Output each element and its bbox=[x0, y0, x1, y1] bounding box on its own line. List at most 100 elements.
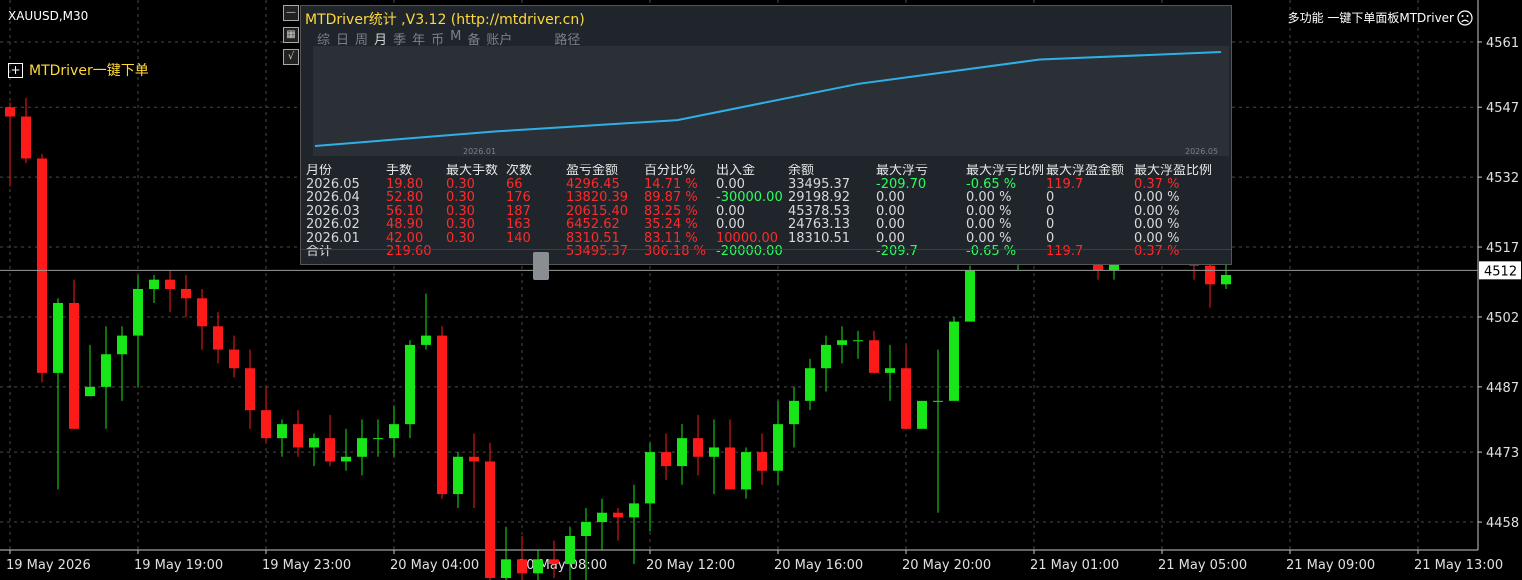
table-cell: 24763.13 bbox=[788, 218, 851, 232]
candle bbox=[885, 344, 895, 401]
candle-body bbox=[565, 536, 575, 564]
minimize-icon[interactable]: — bbox=[283, 5, 299, 21]
candle-body bbox=[405, 344, 415, 425]
candle bbox=[133, 275, 143, 387]
candle bbox=[853, 330, 863, 359]
candle-body bbox=[917, 400, 927, 429]
table-cell: 83.11 % bbox=[644, 231, 698, 245]
total-cell: 219.60 bbox=[386, 245, 432, 259]
indicator-label[interactable]: MTDriver一键下单 bbox=[29, 60, 149, 80]
candle bbox=[661, 433, 671, 481]
table-cell: 0.00 % bbox=[966, 204, 1012, 218]
mini-x-end: 2026.05 bbox=[1185, 147, 1218, 156]
col-header-7: 余额 bbox=[788, 164, 815, 178]
time-tick-label: 21 May 01:00 bbox=[1030, 558, 1119, 573]
indicator-row[interactable]: + MTDriver一键下单 bbox=[8, 60, 149, 80]
candle bbox=[213, 312, 223, 364]
table-cell: 0 bbox=[1046, 231, 1055, 245]
table-cell: 140 bbox=[506, 231, 531, 245]
candle-body bbox=[149, 279, 159, 289]
table-cell: 2026.04 bbox=[306, 191, 360, 205]
table-cell: 0.00 % bbox=[966, 191, 1012, 205]
candle bbox=[261, 386, 271, 443]
candle-body bbox=[357, 438, 367, 457]
table-row: 2026.03 56.10 0.30 187 20615.40 83.25 % 0.00 45… bbox=[306, 205, 1224, 219]
candle-body bbox=[21, 116, 31, 159]
candle-body bbox=[117, 335, 127, 355]
grid-icon[interactable]: ▦ bbox=[283, 27, 299, 43]
table-cell: 14.71 % bbox=[644, 177, 698, 191]
table-scrollbar[interactable] bbox=[533, 252, 549, 280]
candle-body bbox=[549, 559, 559, 564]
table-cell: 0.00 % bbox=[966, 231, 1012, 245]
table-cell: 45378.53 bbox=[788, 204, 851, 218]
candle-body bbox=[741, 452, 751, 490]
table-cell: 0.00 bbox=[716, 177, 745, 191]
candle bbox=[917, 400, 927, 429]
symbol-label: XAUUSD,M30 bbox=[8, 9, 89, 23]
chart-window[interactable]: 4561 4547 4532 4517 4502 4487 4473 4458 19 May 2… bbox=[0, 0, 1522, 580]
candle bbox=[501, 526, 511, 580]
frown-face-icon bbox=[1457, 10, 1473, 26]
candle bbox=[437, 326, 447, 499]
table-cell: 0.00 % bbox=[1134, 191, 1180, 205]
table-cell: 176 bbox=[506, 191, 531, 205]
col-header-3: 次数 bbox=[506, 164, 533, 178]
table-cell: 0.00 % bbox=[1134, 218, 1180, 232]
candle bbox=[533, 550, 543, 580]
candle-body bbox=[133, 288, 143, 336]
table-cell: 163 bbox=[506, 218, 531, 232]
expand-plus-icon[interactable]: + bbox=[8, 62, 23, 78]
table-row: 2026.05 19.80 0.30 66 4296.45 14.71 % 0.00 3349… bbox=[306, 178, 1224, 192]
table-cell: 83.25 % bbox=[644, 204, 698, 218]
candle bbox=[469, 433, 479, 509]
total-cell: 合计 bbox=[306, 245, 333, 259]
candle bbox=[741, 447, 751, 499]
table-cell: 48.90 bbox=[386, 218, 424, 232]
candle-body bbox=[677, 438, 687, 467]
table-cell: 0.00 bbox=[876, 231, 905, 245]
candle-body bbox=[709, 447, 719, 457]
candle bbox=[277, 419, 287, 457]
candle bbox=[245, 349, 255, 429]
table-cell: 0.00 bbox=[876, 218, 905, 232]
candle-body bbox=[293, 424, 303, 448]
time-tick-label: 21 May 09:00 bbox=[1286, 558, 1375, 573]
time-tick-label: 20 May 08:00 bbox=[518, 558, 607, 573]
check-icon[interactable]: √ bbox=[283, 49, 299, 65]
candle bbox=[725, 419, 735, 490]
table-cell: 0.00 % bbox=[966, 218, 1012, 232]
price-tick-label: 4517 bbox=[1486, 241, 1519, 256]
candle-body bbox=[901, 368, 911, 429]
candle-body bbox=[789, 400, 799, 425]
equity-mini-chart: 2026.01 2026.05 bbox=[313, 46, 1229, 156]
candle bbox=[37, 153, 47, 383]
table-cell: 0.30 bbox=[446, 218, 475, 232]
total-cell: 119.7 bbox=[1046, 245, 1084, 259]
candle-body bbox=[501, 559, 511, 578]
table-cell: 0.00 bbox=[716, 204, 745, 218]
candle bbox=[293, 410, 303, 457]
table-cell: 29198.92 bbox=[788, 191, 851, 205]
table-cell: 89.87 % bbox=[644, 191, 698, 205]
stats-table: 月份 手数 最大手数 次数 盈亏金额 百分比% 出入金 余额 最大浮亏 最大浮亏比例 最大浮盈金额最… bbox=[306, 164, 1224, 259]
time-tick-label: 20 May 16:00 bbox=[774, 558, 863, 573]
candle-body bbox=[773, 424, 783, 471]
col-header-11: 最大浮盈比例 bbox=[1134, 164, 1213, 178]
price-tick-label: 4473 bbox=[1486, 446, 1519, 461]
candle bbox=[869, 330, 879, 373]
candle-body bbox=[165, 279, 175, 289]
candle-body bbox=[245, 368, 255, 411]
candle bbox=[773, 400, 783, 485]
candle-body bbox=[613, 512, 623, 518]
candle bbox=[677, 424, 687, 485]
total-cell: -209.7 bbox=[876, 245, 918, 259]
table-cell: 187 bbox=[506, 204, 531, 218]
table-cell: -30000.00 bbox=[716, 191, 783, 205]
candle-body bbox=[309, 438, 319, 448]
candle bbox=[309, 433, 319, 467]
time-tick-label: 19 May 23:00 bbox=[262, 558, 351, 573]
candle-body bbox=[213, 326, 223, 350]
table-cell: 20615.40 bbox=[566, 204, 629, 218]
candle-body bbox=[693, 438, 703, 457]
